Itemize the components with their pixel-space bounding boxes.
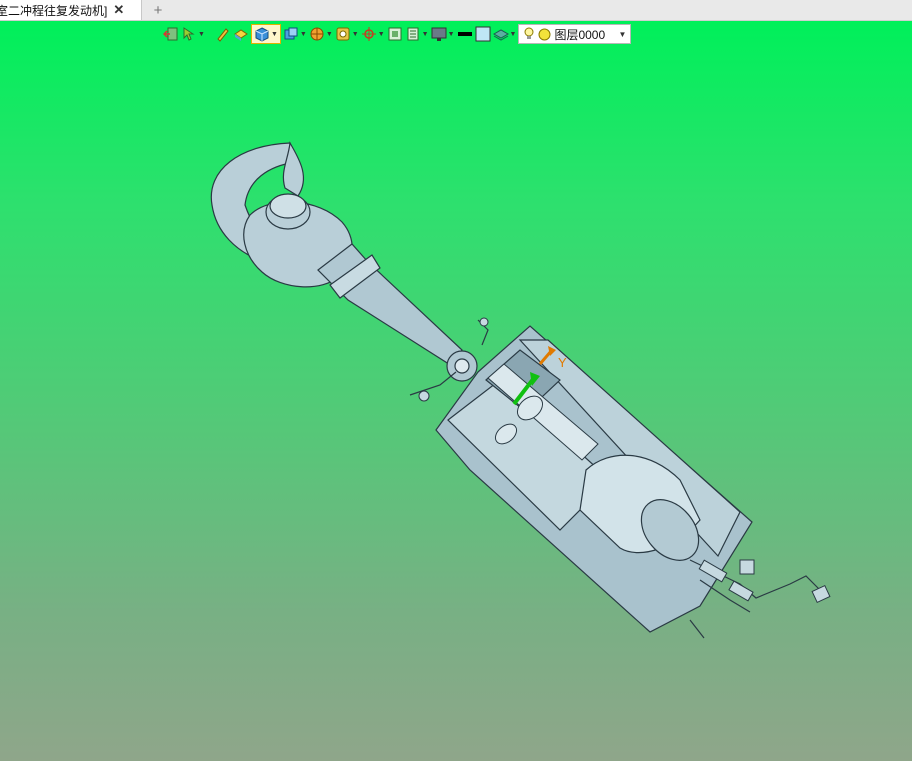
- lightbulb-icon: [524, 27, 534, 39]
- triad-button[interactable]: ▼: [361, 24, 385, 44]
- view-toolbar: ▼ ▼ ▼ ▼ ▼ ▼ ▼ ▼ ▼ 图层0000 ▼: [163, 23, 632, 45]
- y-axis-label: Y: [558, 355, 567, 370]
- fit-view-icon: [388, 27, 402, 41]
- chevron-down-icon: ▼: [618, 29, 627, 39]
- chevron-down-icon: ▼: [325, 30, 333, 38]
- layer-color-icon: [538, 28, 551, 40]
- display-settings-button[interactable]: ▼: [431, 24, 455, 44]
- add-tab-button[interactable]: +: [148, 0, 168, 20]
- document-tab[interactable]: 室二冲程往复发动机] ✕: [0, 0, 142, 20]
- face-button[interactable]: [233, 24, 249, 44]
- ruler-icon: [407, 27, 419, 41]
- connecting-rod-part[interactable]: [317, 243, 478, 382]
- layer-name: 图层0000: [554, 27, 606, 42]
- section-view-button[interactable]: ▼: [335, 24, 359, 44]
- face-icon: [234, 29, 248, 41]
- close-icon[interactable]: ✕: [113, 2, 124, 18]
- 3d-viewport[interactable]: Y: [0, 21, 912, 761]
- exit-view-button[interactable]: [163, 24, 179, 44]
- chevron-down-icon: ▼: [509, 30, 517, 38]
- document-tab-title: 室二冲程往复发动机]: [0, 3, 108, 18]
- cursor-filter-icon: [183, 27, 195, 41]
- sphere-render-icon: [310, 27, 324, 41]
- fit-view-button[interactable]: [387, 24, 403, 44]
- shaded-cube-icon: [255, 27, 269, 42]
- line-color-icon: [457, 32, 472, 36]
- chevron-down-icon: ▼: [421, 30, 429, 38]
- section-icon: [336, 27, 350, 41]
- chevron-down-icon: ▼: [198, 30, 205, 38]
- crosshair-icon: [361, 27, 376, 41]
- measure-button[interactable]: ▼: [405, 24, 429, 44]
- sketch-button[interactable]: [215, 24, 231, 44]
- layers-icon: [492, 29, 509, 41]
- display-style-button[interactable]: ▼: [250, 24, 281, 44]
- render-mode-button[interactable]: ▼: [309, 24, 333, 44]
- fill-color-icon: [475, 26, 490, 42]
- chevron-down-icon: ▼: [299, 30, 307, 38]
- monitor-icon: [431, 27, 447, 41]
- chevron-down-icon: ▼: [447, 30, 455, 38]
- pencil-icon: [217, 28, 229, 42]
- fill-color-button[interactable]: [475, 24, 491, 44]
- layer-manager-button[interactable]: ▼: [492, 24, 517, 44]
- engine-model[interactable]: [0, 21, 912, 761]
- chevron-down-icon: ▼: [270, 30, 278, 38]
- view-cube-icon: [284, 27, 298, 40]
- chevron-down-icon: ▼: [377, 30, 385, 38]
- exit-icon: [163, 27, 178, 41]
- cylinder-block-part[interactable]: [435, 325, 753, 633]
- selection-filter-button[interactable]: ▼: [181, 24, 205, 44]
- line-color-button[interactable]: [457, 24, 473, 44]
- layer-dropdown[interactable]: 图层0000 ▼: [518, 24, 632, 44]
- document-tab-bar: 室二冲程往复发动机] ✕ +: [0, 0, 912, 21]
- view-orientation-button[interactable]: ▼: [283, 24, 307, 44]
- chevron-down-icon: ▼: [351, 30, 359, 38]
